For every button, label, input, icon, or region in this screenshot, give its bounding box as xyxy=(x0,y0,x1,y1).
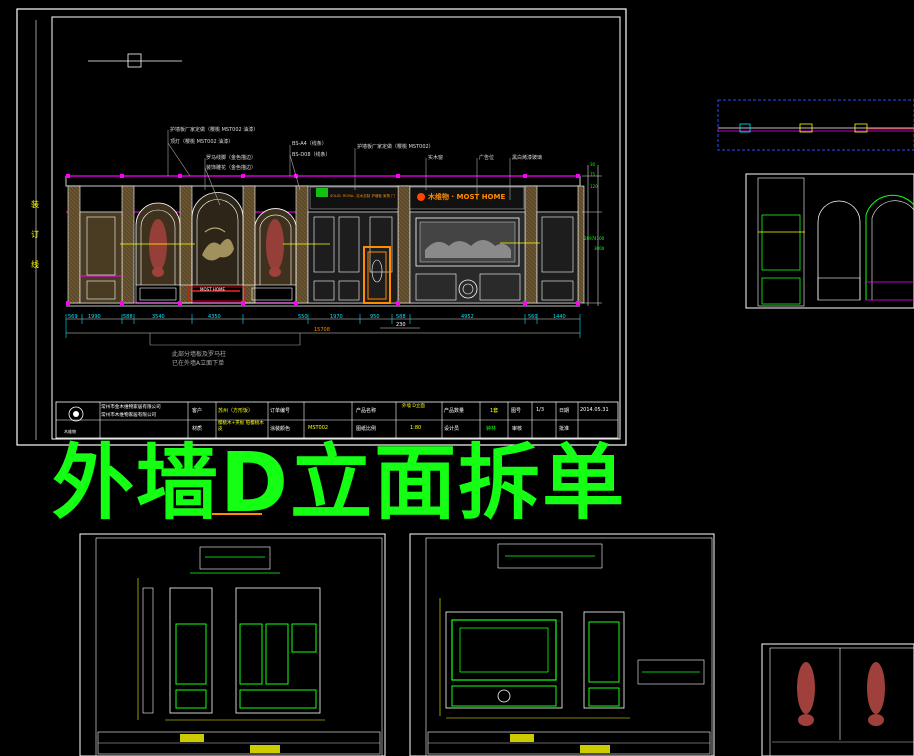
detail-sheet-1 xyxy=(79,533,386,756)
dim-label: 3000 xyxy=(594,246,605,251)
right-dimensions: 30 75 120 4100 3000 2897 xyxy=(584,162,604,312)
binding-char: 装 xyxy=(31,200,39,209)
note-line: 已在外墙A立面下单 xyxy=(172,360,225,367)
title-block-row-2: 材质 樱桃木+夹板 铂樱桃木皮 涂装颜色 MST002 图纸比例 1:80 设计… xyxy=(188,421,618,437)
dim-label: 4952 xyxy=(461,314,474,320)
tb-label-approve: 批准 xyxy=(559,426,570,432)
door-sign-text: MOST HOME xyxy=(200,287,225,292)
title-underline-mark xyxy=(212,513,262,515)
dimension-total: 15708 xyxy=(314,327,330,333)
dim-label: 550 xyxy=(298,314,308,320)
tb-label-qty: 产品数量 xyxy=(444,408,465,414)
middle-wall-panels xyxy=(307,211,399,304)
tb-label-review: 审核 xyxy=(512,426,523,432)
dim-label: 588 xyxy=(123,314,133,320)
callout-9: 广告位 xyxy=(479,155,495,161)
callout-4: 装饰雕花（金色描边） xyxy=(206,165,257,171)
elevation-note: 此部分墙板及罗马柱 已在外墙A立面下单 xyxy=(172,350,226,368)
logo-text: 木维物 xyxy=(64,429,76,434)
elevation-detail-right xyxy=(745,173,914,309)
note-bracket xyxy=(149,333,301,346)
dim-label: 4100 xyxy=(594,236,605,241)
main-sheet xyxy=(16,8,627,446)
callout-3: 罗马线脚（金色描边） xyxy=(206,155,257,161)
dim-label: 1990 xyxy=(88,314,101,320)
tb-label-designer: 设计员 xyxy=(444,426,460,432)
page-title: 外墙D立面拆单 xyxy=(52,436,627,531)
callout-8: 实木窗 xyxy=(428,155,444,161)
dim-label: 1440 xyxy=(553,314,566,320)
dim-label: 950 xyxy=(370,314,380,320)
tb-value-drawing-no: 1/3 xyxy=(536,407,545,413)
tb-label-date: 日期 xyxy=(559,408,570,414)
callout-2: 顶灯（樱桃 MST002 油漆） xyxy=(170,139,234,145)
cornice xyxy=(65,175,581,187)
tb-value-product: 外墙 D立面 xyxy=(402,404,425,409)
tb-label-client: 客户 xyxy=(192,408,203,414)
tb-value-date: 2014.05.31 xyxy=(580,407,609,413)
tb-value-designer: 钟林 xyxy=(486,426,497,432)
dim-label: 4350 xyxy=(208,314,221,320)
tb-label-scale: 图纸比例 xyxy=(356,426,377,432)
tb-label-drawing-no: 图号 xyxy=(511,408,522,414)
arch-center xyxy=(191,192,244,285)
title-block-company: 常州市金木维物家居有限公司 常州市木维物家居有限公司 xyxy=(101,404,187,420)
note-line: 此部分墙板及罗马柱 xyxy=(172,351,227,358)
left-wall-panels xyxy=(79,211,123,304)
binding-label: 装 订 线 xyxy=(28,190,42,280)
dim-label: 560 xyxy=(528,314,538,320)
detail-sheet-2 xyxy=(409,533,715,756)
right-big-panel xyxy=(409,211,526,304)
dim-label: 30 xyxy=(590,162,596,167)
right-end-panels xyxy=(536,211,579,304)
dimension-row: 569 1990 588 3540 4350 550 1970 950 588 … xyxy=(66,314,586,322)
callout-1: 护墙板厂家定做（樱桃 MST002 油漆） xyxy=(170,127,259,133)
callout-5: BS-A4（线条） xyxy=(292,141,327,147)
tb-value-qty: 1套 xyxy=(490,408,499,414)
binding-char: 订 xyxy=(31,230,39,239)
tb-value-finish: MST002 xyxy=(308,425,329,431)
dimension-sub: 230 xyxy=(396,322,406,328)
title-block-row-1: 客户 苏州（方形饭） 订单编号 产品名称 外墙 D立面 产品数量 1套 图号 1… xyxy=(188,404,618,418)
section-plan-top-right xyxy=(717,99,914,151)
dim-label: 120 xyxy=(590,184,598,189)
callout-7: 护墙板厂家定做（樱桃 MST002） xyxy=(357,144,434,150)
cad-canvas xyxy=(16,8,914,756)
callout-6: BS-D08（线条） xyxy=(292,152,331,158)
tb-value-material: 樱桃木+夹板 铂樱桃木皮 xyxy=(218,421,264,432)
tb-label-material: 材质 xyxy=(192,426,203,432)
tb-label-product: 产品名称 xyxy=(356,408,377,414)
brand-text: 木维物 · MOST HOME xyxy=(428,193,506,201)
scale-mark xyxy=(88,53,182,68)
brand-small-text: SOLID. ROYAL. 实木定制 护墙板 家具 门 xyxy=(330,194,395,198)
tb-value-scale: 1:80 xyxy=(410,425,422,431)
callout-10: 黑白烤漆玻璃 xyxy=(512,155,543,161)
dim-label: 569 xyxy=(68,314,78,320)
binding-char: 线 xyxy=(31,260,39,269)
dim-label: 2897 xyxy=(584,236,595,241)
tb-label-finish: 涂装颜色 xyxy=(270,426,291,432)
dim-label: 1970 xyxy=(330,314,343,320)
dim-label: 3540 xyxy=(152,314,165,320)
detail-sheet-3 xyxy=(761,643,914,756)
tb-value-client: 苏州（方形饭） xyxy=(218,408,254,414)
tb-label-order: 订单编号 xyxy=(270,408,291,414)
arch-right xyxy=(254,208,297,285)
company-name: 常州市金木维物家居有限公司 xyxy=(101,405,161,410)
dim-label: 75 xyxy=(590,172,596,177)
company-name: 常州市木维物家居有限公司 xyxy=(101,413,157,418)
dim-label: 588 xyxy=(396,314,406,320)
elevation-drawing xyxy=(65,130,602,346)
